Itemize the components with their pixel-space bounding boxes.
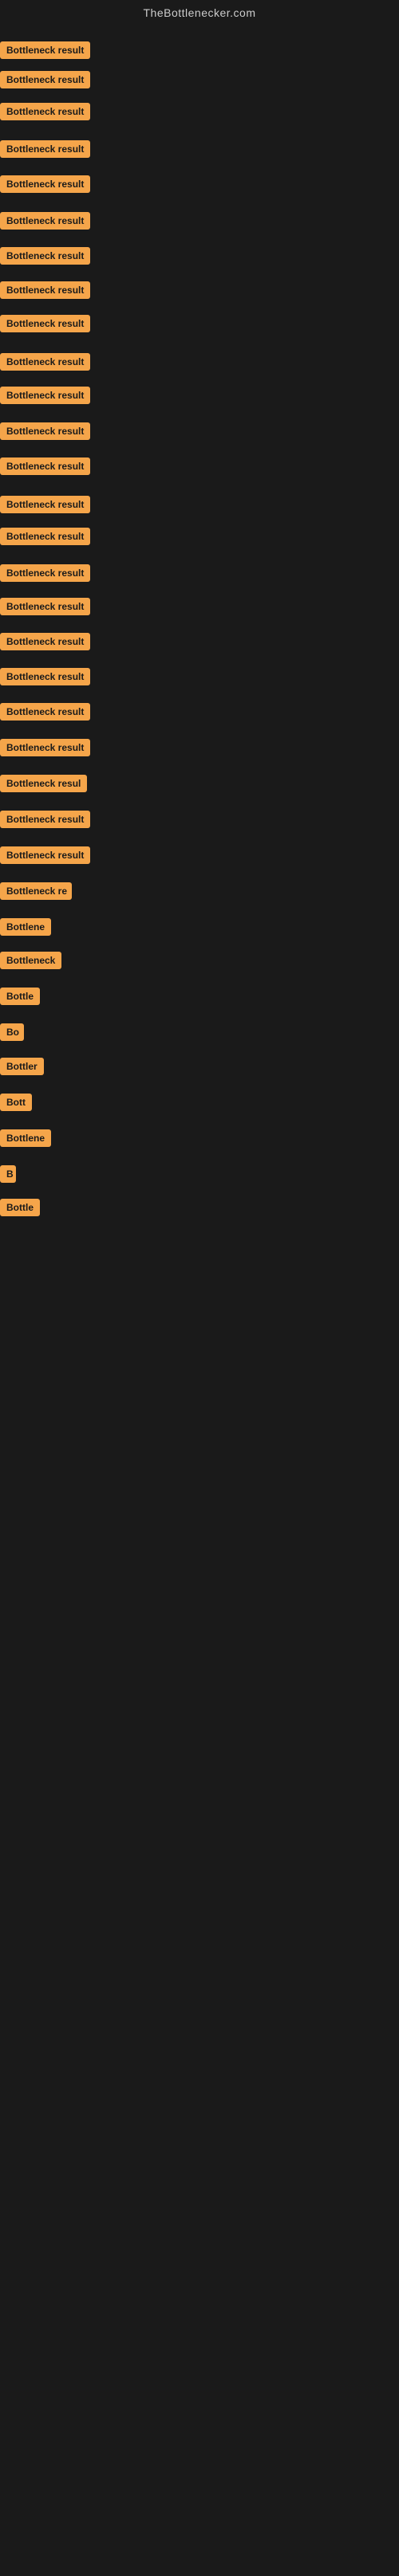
bottleneck-badge-3: Bottleneck result xyxy=(0,103,90,120)
bottleneck-badge-23: Bottleneck result xyxy=(0,811,90,828)
bottleneck-result-item-17[interactable]: Bottleneck result xyxy=(0,598,90,619)
bottleneck-result-item-33[interactable]: B xyxy=(0,1165,16,1187)
bottleneck-badge-11: Bottleneck result xyxy=(0,387,90,404)
bottleneck-badge-9: Bottleneck result xyxy=(0,315,90,332)
bottleneck-badge-28: Bottle xyxy=(0,988,40,1005)
bottleneck-result-item-25[interactable]: Bottleneck re xyxy=(0,882,72,904)
bottleneck-result-item-10[interactable]: Bottleneck result xyxy=(0,353,90,375)
bottleneck-result-item-15[interactable]: Bottleneck result xyxy=(0,528,90,549)
bottleneck-badge-7: Bottleneck result xyxy=(0,247,90,265)
bottleneck-badge-27: Bottleneck xyxy=(0,952,61,969)
bottleneck-result-item-11[interactable]: Bottleneck result xyxy=(0,387,90,408)
bottleneck-badge-19: Bottleneck result xyxy=(0,668,90,685)
bottleneck-result-item-1[interactable]: Bottleneck result xyxy=(0,41,90,63)
bottleneck-result-item-9[interactable]: Bottleneck result xyxy=(0,315,90,336)
bottleneck-badge-15: Bottleneck result xyxy=(0,528,90,545)
bottleneck-result-item-12[interactable]: Bottleneck result xyxy=(0,422,90,444)
bottleneck-result-item-30[interactable]: Bottler xyxy=(0,1058,44,1079)
bottleneck-result-item-28[interactable]: Bottle xyxy=(0,988,40,1009)
bottleneck-result-item-5[interactable]: Bottleneck result xyxy=(0,175,90,197)
bottleneck-badge-34: Bottle xyxy=(0,1199,40,1216)
bottleneck-result-item-21[interactable]: Bottleneck result xyxy=(0,739,90,760)
bottleneck-badge-31: Bott xyxy=(0,1094,32,1111)
bottleneck-result-item-19[interactable]: Bottleneck result xyxy=(0,668,90,689)
bottleneck-badge-5: Bottleneck result xyxy=(0,175,90,193)
bottleneck-badge-32: Bottlene xyxy=(0,1129,51,1147)
bottleneck-badge-14: Bottleneck result xyxy=(0,496,90,513)
bottleneck-badge-2: Bottleneck result xyxy=(0,71,90,88)
bottleneck-result-item-3[interactable]: Bottleneck result xyxy=(0,103,90,124)
bottleneck-result-item-26[interactable]: Bottlene xyxy=(0,918,51,940)
bottleneck-badge-8: Bottleneck result xyxy=(0,281,90,299)
bottleneck-result-item-29[interactable]: Bo xyxy=(0,1023,24,1045)
bottleneck-badge-13: Bottleneck result xyxy=(0,457,90,475)
bottleneck-result-item-20[interactable]: Bottleneck result xyxy=(0,703,90,724)
bottleneck-result-item-23[interactable]: Bottleneck result xyxy=(0,811,90,832)
bottleneck-badge-18: Bottleneck result xyxy=(0,633,90,650)
bottleneck-badge-12: Bottleneck result xyxy=(0,422,90,440)
bottleneck-badge-25: Bottleneck re xyxy=(0,882,72,900)
bottleneck-result-item-2[interactable]: Bottleneck result xyxy=(0,71,90,92)
bottleneck-result-item-6[interactable]: Bottleneck result xyxy=(0,212,90,234)
bottleneck-badge-10: Bottleneck result xyxy=(0,353,90,371)
bottleneck-result-item-18[interactable]: Bottleneck result xyxy=(0,633,90,654)
bottleneck-badge-26: Bottlene xyxy=(0,918,51,936)
bottleneck-result-item-7[interactable]: Bottleneck result xyxy=(0,247,90,269)
bottleneck-badge-33: B xyxy=(0,1165,16,1183)
bottleneck-badge-21: Bottleneck result xyxy=(0,739,90,756)
bottleneck-result-item-24[interactable]: Bottleneck result xyxy=(0,846,90,868)
bottleneck-result-item-14[interactable]: Bottleneck result xyxy=(0,496,90,517)
bottleneck-result-item-8[interactable]: Bottleneck result xyxy=(0,281,90,303)
bottleneck-result-item-4[interactable]: Bottleneck result xyxy=(0,140,90,162)
bottleneck-result-item-22[interactable]: Bottleneck resul xyxy=(0,775,87,796)
bottleneck-badge-17: Bottleneck result xyxy=(0,598,90,615)
bottleneck-badge-4: Bottleneck result xyxy=(0,140,90,158)
bottleneck-badge-6: Bottleneck result xyxy=(0,212,90,230)
bottleneck-badge-24: Bottleneck result xyxy=(0,846,90,864)
bottleneck-result-item-16[interactable]: Bottleneck result xyxy=(0,564,90,586)
bottleneck-result-item-13[interactable]: Bottleneck result xyxy=(0,457,90,479)
site-title: TheBottlenecker.com xyxy=(0,0,399,26)
bottleneck-badge-20: Bottleneck result xyxy=(0,703,90,721)
bottleneck-result-item-27[interactable]: Bottleneck xyxy=(0,952,61,973)
bottleneck-badge-29: Bo xyxy=(0,1023,24,1041)
bottleneck-badge-30: Bottler xyxy=(0,1058,44,1075)
bottleneck-result-item-34[interactable]: Bottle xyxy=(0,1199,40,1220)
bottleneck-result-item-31[interactable]: Bott xyxy=(0,1094,32,1115)
bottleneck-badge-22: Bottleneck resul xyxy=(0,775,87,792)
bottleneck-badge-1: Bottleneck result xyxy=(0,41,90,59)
bottleneck-result-item-32[interactable]: Bottlene xyxy=(0,1129,51,1151)
bottleneck-badge-16: Bottleneck result xyxy=(0,564,90,582)
